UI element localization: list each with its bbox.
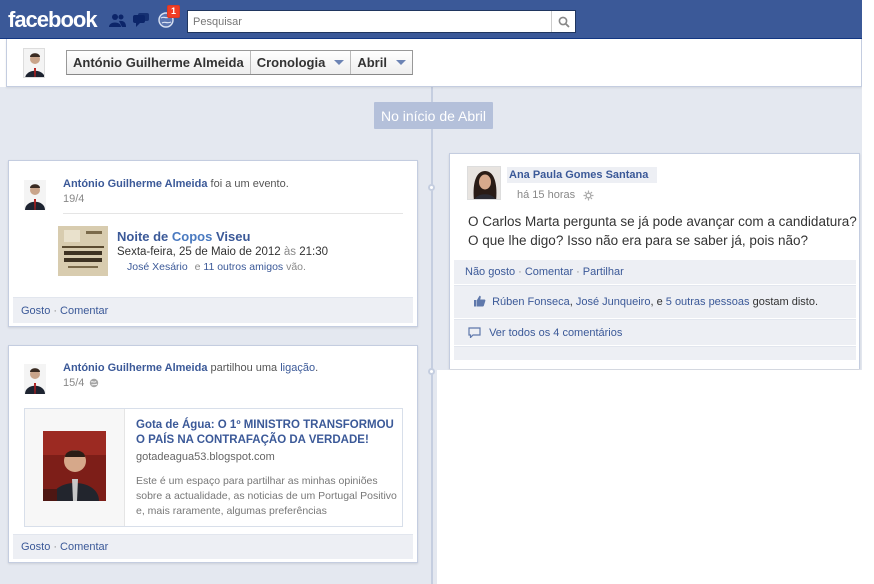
story-date[interactable]: 19/4: [63, 193, 403, 205]
breadcrumb-profile-name[interactable]: António Guilherme Almeida: [67, 51, 251, 74]
post-time[interactable]: há 15 horas: [517, 189, 575, 201]
shared-link-description: Este é um espaço para partilhar as minha…: [136, 475, 397, 517]
timeline-spine: [431, 87, 433, 584]
post-actions-bar: Não gosto · Comentar · Partilhar: [454, 260, 856, 284]
event-title-part: Noite de: [117, 229, 172, 244]
shared-link-title[interactable]: Gota de Água: O 1º MINISTRO TRANSFORMOU …: [136, 418, 398, 448]
link-share-story-card: António Guilherme Almeida partilhou uma …: [8, 345, 418, 563]
search-box: [187, 10, 576, 33]
story-date[interactable]: 15/4: [63, 377, 84, 389]
like-link[interactable]: Gosto: [21, 305, 50, 317]
timeline-header: António Guilherme Almeida Cronologia Abr…: [6, 39, 862, 87]
timeline-breadcrumb: António Guilherme Almeida Cronologia Abr…: [66, 50, 413, 75]
comment-link[interactable]: Comentar: [60, 305, 108, 317]
search-input[interactable]: [188, 11, 548, 32]
chevron-down-icon: [395, 60, 406, 65]
settings-gear-icon[interactable]: [583, 190, 594, 201]
chevron-down-icon: [334, 60, 345, 65]
other-friends-link[interactable]: 11 outros amigos: [203, 261, 283, 273]
status-post-card: Ana Paula Gomes Santana há 15 horas O Ca…: [449, 153, 860, 369]
shared-link-text: Gota de Água: O 1º MINISTRO TRANSFORMOU …: [136, 418, 398, 519]
author-avatar[interactable]: [467, 166, 501, 200]
shared-link-thumbnail: [25, 409, 125, 526]
story-action-text: partilhou uma: [210, 362, 281, 374]
facebook-logo[interactable]: facebook: [8, 7, 98, 33]
profile-avatar[interactable]: [23, 48, 45, 78]
comment-link[interactable]: Comentar: [60, 541, 108, 553]
event-title-part: Viseu: [212, 229, 251, 244]
likes-summary: Rúben Fonseca, José Junqueiro, e 5 outra…: [454, 285, 856, 318]
breadcrumb-month-dropdown[interactable]: Abril: [351, 51, 412, 74]
story-meta: 15/4: [63, 377, 403, 389]
friend-requests-icon[interactable]: [108, 12, 126, 28]
share-link[interactable]: Partilhar: [583, 266, 624, 278]
search-icon: [558, 16, 570, 28]
story-actions-bar: Gosto · Comentar: [13, 534, 413, 559]
messages-icon[interactable]: [132, 12, 150, 28]
story-action: foi a um evento.: [210, 178, 289, 190]
view-all-comments-link[interactable]: Ver todos os 4 comentários: [489, 327, 622, 339]
search-button[interactable]: [551, 11, 575, 32]
attendee-link[interactable]: José Xesário: [127, 261, 188, 273]
timeline-dot: [428, 184, 435, 191]
post-message: O Carlos Marta pergunta se já pode avanç…: [468, 214, 857, 248]
attendees-suffix: vão.: [283, 261, 306, 273]
event-story-card: António Guilherme Almeida foi a um event…: [8, 160, 418, 327]
story-actions-bar: Gosto · Comentar: [13, 297, 413, 323]
author-name-link[interactable]: António Guilherme Almeida: [63, 362, 207, 374]
other-likers-link[interactable]: 5 outras pessoas: [666, 296, 750, 308]
separator: ·: [576, 266, 580, 278]
right-edge-blank: [862, 0, 874, 584]
breadcrumb-month-label: Abril: [357, 55, 387, 70]
likes-and: , e: [650, 296, 666, 308]
comments-section-edge: [454, 346, 856, 360]
liker-link[interactable]: José Junqueiro: [576, 296, 651, 308]
month-marker: No início de Abril: [374, 102, 493, 129]
attendee-and: e: [194, 261, 201, 273]
separator: ·: [518, 266, 522, 278]
liker-link[interactable]: Rúben Fonseca: [492, 296, 570, 308]
shared-link-preview[interactable]: Gota de Água: O 1º MINISTRO TRANSFORMOU …: [24, 408, 403, 527]
story-action-end: .: [315, 362, 319, 374]
event-time: Sexta-feira, 25 de Maio de 2012 às 21:30: [117, 246, 407, 258]
event-poster-image[interactable]: [58, 226, 108, 276]
event-time-at: às: [280, 246, 300, 258]
cropped-area: [437, 370, 874, 584]
story-header: António Guilherme Almeida partilhou uma …: [63, 362, 403, 389]
author-avatar[interactable]: [24, 364, 46, 394]
like-link[interactable]: Gosto: [21, 541, 50, 553]
public-globe-icon[interactable]: [89, 378, 99, 388]
event-attendees: José Xesário e 11 outros amigos vão.: [117, 261, 407, 273]
likes-suffix: gostam disto.: [749, 296, 819, 308]
thumbs-up-icon: [474, 295, 486, 307]
author-name-link[interactable]: António Guilherme Almeida: [63, 178, 207, 190]
shared-link-image: [43, 431, 106, 501]
author-name-link[interactable]: Ana Paula Gomes Santana: [509, 169, 648, 181]
separator: ·: [53, 305, 58, 317]
story-header: António Guilherme Almeida foi a um event…: [63, 178, 403, 205]
unlike-link[interactable]: Não gosto: [465, 266, 515, 278]
event-title-link[interactable]: Noite de Copos Viseu: [117, 229, 407, 244]
link-word[interactable]: ligação: [280, 362, 315, 374]
event-hour: 21:30: [299, 246, 328, 258]
notification-count-badge: 1: [167, 5, 181, 18]
timeline-dot: [428, 368, 435, 375]
event-title-part: Copos: [171, 229, 213, 244]
event-date: Sexta-feira, 25 de Maio de 2012: [117, 246, 281, 258]
author-avatar[interactable]: [24, 180, 46, 210]
comment-link[interactable]: Comentar: [525, 266, 573, 278]
divider: [63, 213, 403, 214]
breadcrumb-timeline-label: Cronologia: [256, 55, 326, 70]
story-action: partilhou uma ligação.: [211, 362, 319, 374]
event-details: Noite de Copos Viseu Sexta-feira, 25 de …: [117, 229, 407, 273]
top-navigation-bar: facebook 1: [0, 0, 862, 39]
shared-link-url: gotadeagua53.blogspot.com: [136, 451, 275, 463]
post-meta: há 15 horas: [517, 189, 594, 201]
facebook-timeline-page: facebook 1 António Guilherme Almeida Cro…: [0, 0, 874, 584]
separator: ·: [53, 541, 58, 553]
post-author-bar: Ana Paula Gomes Santana: [507, 167, 657, 183]
view-all-comments-row[interactable]: Ver todos os 4 comentários: [454, 319, 856, 345]
comment-bubble-icon: [468, 327, 481, 339]
breadcrumb-timeline-dropdown[interactable]: Cronologia: [251, 51, 352, 74]
